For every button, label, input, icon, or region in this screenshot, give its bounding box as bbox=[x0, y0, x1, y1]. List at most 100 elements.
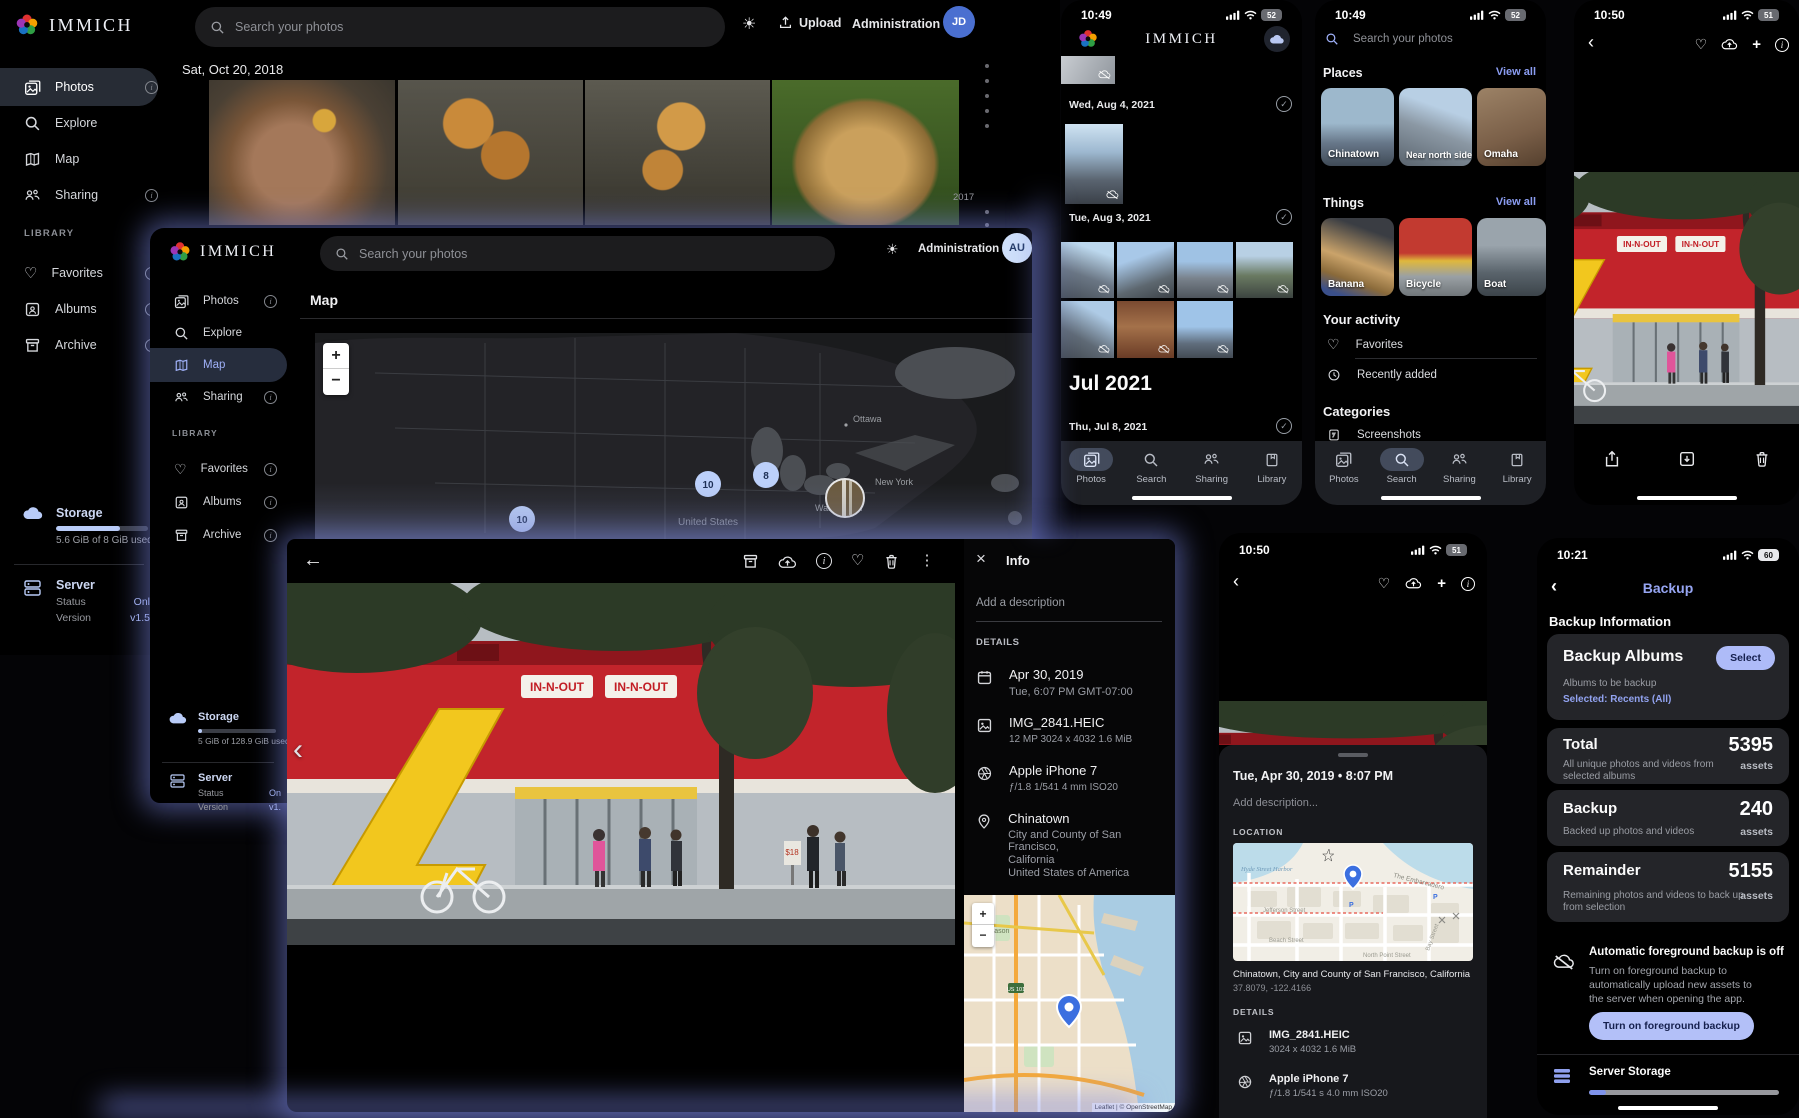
home-indicator[interactable] bbox=[1637, 496, 1737, 500]
info-icon[interactable]: i bbox=[1775, 38, 1789, 52]
home-indicator[interactable] bbox=[1381, 496, 1481, 500]
photo-viewer[interactable]: ‹ bbox=[287, 583, 955, 945]
photo-thumbnail[interactable] bbox=[1061, 242, 1114, 298]
zoom-in-button[interactable]: + bbox=[972, 903, 994, 925]
trash-icon[interactable] bbox=[1753, 450, 1771, 468]
profile-avatar[interactable] bbox=[1264, 26, 1290, 52]
activity-favorites[interactable]: ♡Favorites bbox=[1327, 336, 1403, 353]
administration-link[interactable]: Administration bbox=[852, 17, 940, 31]
description-input[interactable]: Add description... bbox=[1233, 797, 1318, 809]
favorite-icon[interactable]: ♡ bbox=[1695, 36, 1708, 53]
description-input[interactable]: Add a description bbox=[976, 597, 1065, 609]
photo-edge-strip[interactable] bbox=[1219, 701, 1487, 745]
home-indicator[interactable] bbox=[1618, 1106, 1718, 1110]
photo-thumbnail[interactable] bbox=[398, 80, 583, 225]
nav-photos[interactable]: Photos bbox=[1065, 448, 1117, 485]
close-icon[interactable]: × bbox=[976, 549, 986, 569]
photo-thumbnail[interactable] bbox=[585, 80, 770, 225]
things-view-all[interactable]: View all bbox=[1496, 196, 1536, 208]
sidebar-item-explore[interactable]: Explore bbox=[150, 316, 287, 350]
sidebar-item-photos[interactable]: Photosi bbox=[150, 284, 287, 318]
sidebar-item-photos[interactable]: Photosi bbox=[0, 68, 158, 106]
save-to-device-icon[interactable] bbox=[1678, 450, 1696, 468]
category-screenshots[interactable]: Screenshots bbox=[1327, 428, 1421, 442]
photo-viewer[interactable] bbox=[1574, 172, 1799, 424]
upload-cloud-icon[interactable] bbox=[1405, 577, 1422, 590]
app-logo[interactable]: IMMICH bbox=[14, 12, 133, 38]
photo-thumbnail[interactable] bbox=[209, 80, 395, 225]
detail-location-row[interactable]: Chinatown City and County of San Francis… bbox=[976, 811, 1166, 879]
download-cloud-icon[interactable] bbox=[778, 555, 797, 570]
upload-button[interactable]: Upload bbox=[778, 15, 841, 30]
archive-icon[interactable] bbox=[742, 553, 759, 570]
home-indicator[interactable] bbox=[1132, 496, 1232, 500]
sidebar-item-archive[interactable]: Archivei bbox=[150, 518, 287, 552]
app-logo[interactable]: IMMICH bbox=[168, 240, 276, 264]
info-icon[interactable]: i bbox=[816, 553, 832, 569]
sheet-drag-handle[interactable] bbox=[1338, 753, 1368, 757]
search-input[interactable]: Search your photos bbox=[320, 236, 835, 271]
photo-thumbnail[interactable] bbox=[1065, 124, 1123, 204]
nav-sharing[interactable]: Sharing bbox=[1433, 448, 1485, 485]
sidebar-item-sharing[interactable]: Sharingi bbox=[0, 176, 158, 214]
place-card[interactable]: Near north side bbox=[1399, 88, 1472, 166]
search-input[interactable]: Search your photos bbox=[195, 7, 725, 47]
nav-sharing[interactable]: Sharing bbox=[1186, 448, 1238, 485]
nav-photos[interactable]: Photos bbox=[1318, 448, 1370, 485]
back-arrow-icon[interactable]: ← bbox=[303, 549, 323, 572]
activity-recently-added[interactable]: Recently added bbox=[1327, 368, 1437, 382]
favorite-icon[interactable]: ♡ bbox=[1378, 575, 1391, 592]
sidebar-item-sharing[interactable]: Sharingi bbox=[150, 380, 287, 414]
trash-icon[interactable] bbox=[883, 553, 900, 570]
location-map[interactable]: US 101 Fort Mason + − Leaflet | © OpenSt… bbox=[964, 895, 1175, 1112]
turn-on-foreground-backup-button[interactable]: Turn on foreground backup bbox=[1589, 1012, 1754, 1040]
thing-card[interactable]: Boat bbox=[1477, 218, 1546, 296]
search-input[interactable]: Search your photos bbox=[1325, 32, 1453, 46]
zoom-out-button[interactable]: − bbox=[323, 369, 349, 394]
theme-toggle-icon[interactable]: ☀ bbox=[886, 241, 899, 258]
sidebar-item-favorites[interactable]: ♡Favoritesi bbox=[150, 452, 287, 486]
photo-thumbnail[interactable] bbox=[1177, 242, 1233, 298]
places-view-all[interactable]: View all bbox=[1496, 66, 1536, 78]
map-zoom-control[interactable]: + − bbox=[323, 343, 349, 395]
location-map[interactable]: PP Hyde Street Harbor The Embarcadero Je… bbox=[1233, 843, 1473, 961]
select-all-icon[interactable]: ✓ bbox=[1276, 209, 1292, 225]
photo-thumbnail[interactable] bbox=[1117, 301, 1174, 358]
select-all-icon[interactable]: ✓ bbox=[1276, 418, 1292, 434]
thing-card[interactable]: Bicycle bbox=[1399, 218, 1472, 296]
sidebar-item-favorites[interactable]: ♡Favoritesi bbox=[0, 254, 158, 292]
add-icon[interactable]: + bbox=[1437, 575, 1446, 592]
sidebar-item-explore[interactable]: Explore bbox=[0, 104, 158, 142]
photo-thumbnail[interactable] bbox=[1117, 242, 1174, 298]
upload-cloud-icon[interactable] bbox=[1721, 38, 1738, 51]
map-zoom-control[interactable]: + − bbox=[972, 903, 994, 947]
user-avatar[interactable]: JD bbox=[943, 6, 975, 38]
add-icon[interactable]: + bbox=[1752, 36, 1761, 53]
nav-library[interactable]: Library bbox=[1491, 448, 1543, 485]
zoom-in-button[interactable]: + bbox=[323, 343, 349, 369]
back-chevron-icon[interactable]: ‹ bbox=[1233, 571, 1239, 592]
info-icon[interactable]: i bbox=[1461, 577, 1475, 591]
world-map[interactable]: Ottawa Washington United States New York… bbox=[315, 333, 1032, 573]
photo-thumbnail[interactable] bbox=[1177, 301, 1233, 358]
sidebar-item-map[interactable]: Map bbox=[0, 140, 158, 178]
share-icon[interactable] bbox=[1603, 450, 1621, 468]
sidebar-item-archive[interactable]: Archivei bbox=[0, 326, 158, 364]
back-chevron-icon[interactable]: ‹ bbox=[1588, 32, 1594, 53]
more-options-icon[interactable]: ⋮ bbox=[919, 553, 934, 570]
place-card[interactable]: Omaha bbox=[1477, 88, 1546, 166]
previous-asset-chevron[interactable]: ‹ bbox=[293, 733, 303, 767]
photo-thumbnail[interactable] bbox=[772, 80, 959, 225]
photo-thumbnail[interactable] bbox=[1061, 301, 1114, 358]
administration-link[interactable]: Administration bbox=[918, 243, 999, 255]
sidebar-item-map[interactable]: Map bbox=[150, 348, 287, 382]
user-avatar[interactable]: AU bbox=[1002, 233, 1032, 263]
select-button[interactable]: Select bbox=[1716, 646, 1775, 670]
sidebar-item-albums[interactable]: Albumsi bbox=[0, 290, 158, 328]
theme-toggle-icon[interactable]: ☀ bbox=[742, 14, 756, 34]
favorite-icon[interactable]: ♡ bbox=[851, 553, 864, 570]
location-value[interactable]: Chinatown, City and County of San Franci… bbox=[1233, 969, 1470, 980]
sidebar-item-albums[interactable]: Albumsi bbox=[150, 485, 287, 519]
place-card[interactable]: Chinatown bbox=[1321, 88, 1394, 166]
nav-library[interactable]: Library bbox=[1246, 448, 1298, 485]
